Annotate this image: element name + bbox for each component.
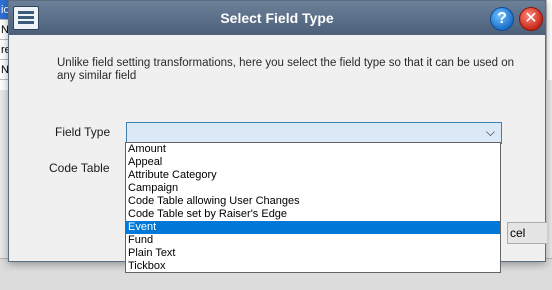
dropdown-option[interactable]: Amount xyxy=(126,143,500,156)
cancel-button[interactable]: cel xyxy=(507,222,547,244)
dropdown-option[interactable]: Code Table set by Raiser's Edge xyxy=(126,208,500,221)
code-table-label: Code Table xyxy=(49,161,110,175)
dialog-title: Select Field Type xyxy=(220,10,334,26)
close-icon[interactable]: ✕ xyxy=(519,7,543,31)
field-type-select[interactable]: ⌵ xyxy=(126,122,502,144)
dropdown-option[interactable]: Code Table allowing User Changes xyxy=(126,195,500,208)
dropdown-option[interactable]: Appeal xyxy=(126,156,500,169)
dropdown-option[interactable]: Event xyxy=(126,221,500,234)
dialog-description: Unlike field setting transformations, he… xyxy=(57,57,515,82)
chevron-down-icon[interactable]: ⌵ xyxy=(486,125,495,140)
background-panel-edge xyxy=(546,0,552,80)
title-bar: Select Field Type ? ✕ xyxy=(9,1,545,35)
help-icon[interactable]: ? xyxy=(490,7,514,31)
dropdown-option[interactable]: Campaign xyxy=(126,182,500,195)
field-type-dropdown-list: Amount Appeal Attribute Category Campaign Co… xyxy=(125,142,501,273)
field-type-label: Field Type xyxy=(55,125,111,139)
dropdown-option[interactable]: Fund xyxy=(126,234,500,247)
dropdown-option[interactable]: Attribute Category xyxy=(126,169,500,182)
dropdown-option[interactable]: Tickbox xyxy=(126,260,500,273)
dropdown-option[interactable]: Plain Text xyxy=(126,247,500,260)
